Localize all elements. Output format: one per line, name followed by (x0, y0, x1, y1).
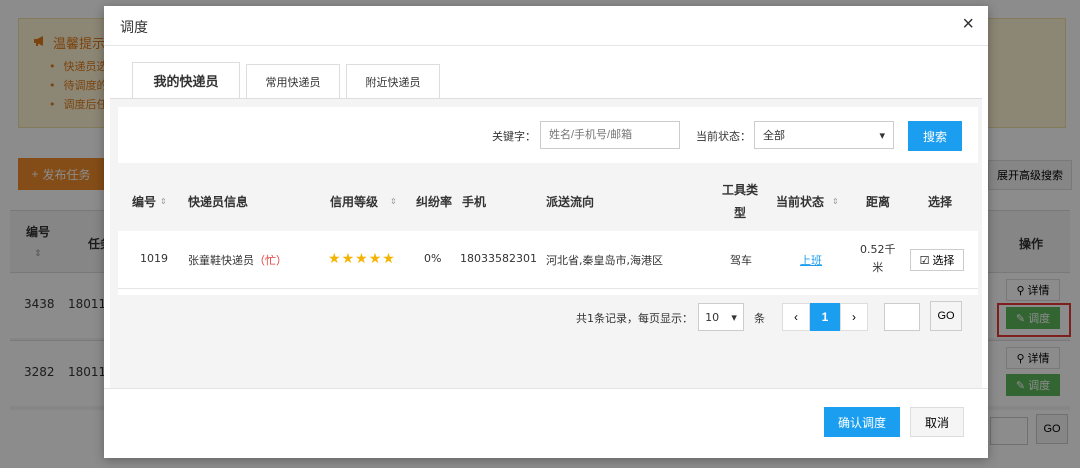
page-size-value: 10 (705, 310, 720, 324)
distance-line2: 米 (872, 261, 884, 274)
distance-line1: 0.52千 (860, 243, 896, 256)
star-icon: ★ (368, 251, 382, 267)
star-icon: ★ (328, 251, 341, 267)
tab-panel: 关键字： 当前状态： 全部 ▾ 搜索 编号 ⇕ 快递员信息 信用等级 ⇕ 纠纷率 (110, 98, 982, 388)
credit-stars: ★ ★ ★ ★ ★ (328, 252, 395, 266)
checkbox-icon: ☑ (919, 254, 930, 267)
col-status[interactable]: 当前状态 ⇕ (776, 193, 839, 210)
modal-footer: 确认调度 取消 (104, 388, 988, 458)
next-page-button[interactable]: › (840, 303, 868, 331)
keyword-label: 关键字： (492, 130, 536, 143)
courier-tabs: 我的快递员 常用快递员 附近快递员 (132, 62, 440, 98)
col-num[interactable]: 编号 ⇕ (132, 193, 167, 210)
star-icon: ★ (355, 251, 368, 267)
star-icon: ★ (341, 251, 355, 267)
table-row: 1019 张童鞋快递员（忙） ★ ★ ★ ★ ★ 0% 18033582301 … (118, 231, 978, 289)
status-filter-label: 当前状态： (696, 130, 751, 143)
tab-my-couriers[interactable]: 我的快递员 (132, 62, 240, 98)
star-icon: ★ (382, 251, 395, 267)
goto-page-input[interactable] (884, 303, 920, 331)
col-select: 选择 (928, 195, 953, 209)
col-tool-type-line2: 型 (734, 206, 747, 220)
courier-grid: 编号 ⇕ 快递员信息 信用等级 ⇕ 纠纷率 手机 派送流向 工具类 型 当前状态… (118, 171, 978, 295)
col-phone: 手机 (462, 195, 487, 209)
courier-num: 1019 (140, 252, 168, 265)
courier-name-cell: 张童鞋快递员（忙） (188, 252, 287, 268)
col-courier-info: 快递员信息 (188, 195, 249, 209)
col-credit[interactable]: 信用等级 ⇕ (330, 193, 397, 210)
sort-icon: ⇕ (160, 197, 167, 206)
keyword-input[interactable] (540, 121, 680, 149)
record-summary: 共1条记录，每页显示： (576, 312, 693, 325)
page-size-unit: 条 (754, 312, 765, 325)
prev-page-button[interactable]: ‹ (782, 303, 810, 331)
current-page-button[interactable]: 1 (810, 303, 840, 331)
confirm-dispatch-button[interactable]: 确认调度 (824, 407, 900, 437)
search-button[interactable]: 搜索 (908, 121, 962, 151)
busy-badge: （忙） (254, 254, 287, 267)
close-icon[interactable]: × (962, 14, 974, 34)
modal-title: 调度 (120, 20, 148, 36)
delivery-flow: 河北省,秦皇岛市,海港区 (546, 254, 663, 267)
col-delivery-flow: 派送流向 (546, 195, 595, 209)
pagination: 共1条记录，每页显示： 10 ▾ 条 ‹ 1 › GO (118, 295, 978, 341)
distance: 0.52千 米 (860, 241, 896, 277)
col-status-text: 当前状态 (776, 195, 825, 209)
courier-phone: 18033582301 (460, 252, 537, 265)
search-bar: 关键字： 当前状态： 全部 ▾ 搜索 (118, 107, 978, 163)
sort-icon: ⇕ (832, 197, 839, 206)
col-distance: 距离 (866, 195, 891, 209)
dispatch-modal: 调度 × 我的快递员 常用快递员 附近快递员 关键字： 当前状态： 全部 ▾ 搜… (104, 6, 988, 458)
grid-header: 编号 ⇕ 快递员信息 信用等级 ⇕ 纠纷率 手机 派送流向 工具类 型 当前状态… (118, 171, 978, 231)
dispute-rate: 0% (424, 252, 442, 265)
cancel-button[interactable]: 取消 (910, 407, 964, 437)
courier-status-link[interactable]: 上班 (800, 252, 822, 268)
col-tool-type: 工具类 型 (722, 181, 758, 221)
caret-down-icon: ▾ (879, 128, 885, 142)
page-size-select[interactable]: 10 ▾ (698, 303, 744, 331)
col-tool-type-line1: 工具类 (722, 183, 759, 197)
col-credit-text: 信用等级 (330, 195, 379, 209)
tab-nearby-couriers[interactable]: 附近快递员 (346, 64, 440, 98)
status-select-value: 全部 (763, 129, 785, 142)
caret-down-icon: ▾ (731, 310, 737, 324)
select-courier-button[interactable]: ☑ 选择 (910, 249, 964, 271)
tab-frequent-couriers[interactable]: 常用快递员 (246, 64, 340, 98)
tool-type: 驾车 (730, 254, 752, 267)
select-label: 选择 (932, 255, 955, 267)
col-num-text: 编号 (132, 195, 157, 209)
go-button[interactable]: GO (930, 301, 962, 331)
sort-icon: ⇕ (390, 197, 397, 206)
status-select[interactable]: 全部 ▾ (754, 121, 894, 149)
courier-name: 张童鞋快递员 (188, 254, 254, 267)
col-dispute-rate: 纠纷率 (416, 195, 453, 209)
modal-header: 调度 × (104, 6, 988, 46)
